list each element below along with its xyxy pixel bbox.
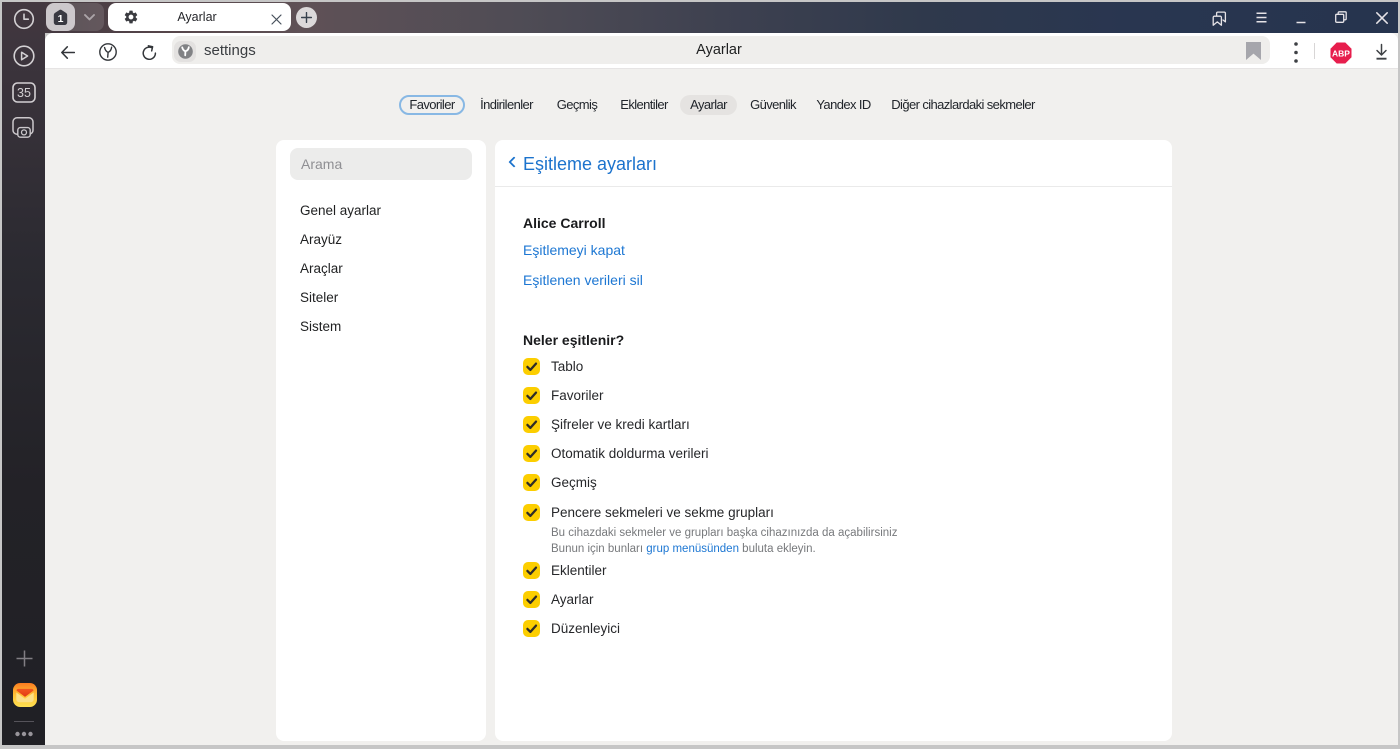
svg-text:35: 35 [17, 86, 31, 100]
svg-text:ABP: ABP [1332, 48, 1350, 58]
svg-text:1: 1 [58, 13, 64, 25]
